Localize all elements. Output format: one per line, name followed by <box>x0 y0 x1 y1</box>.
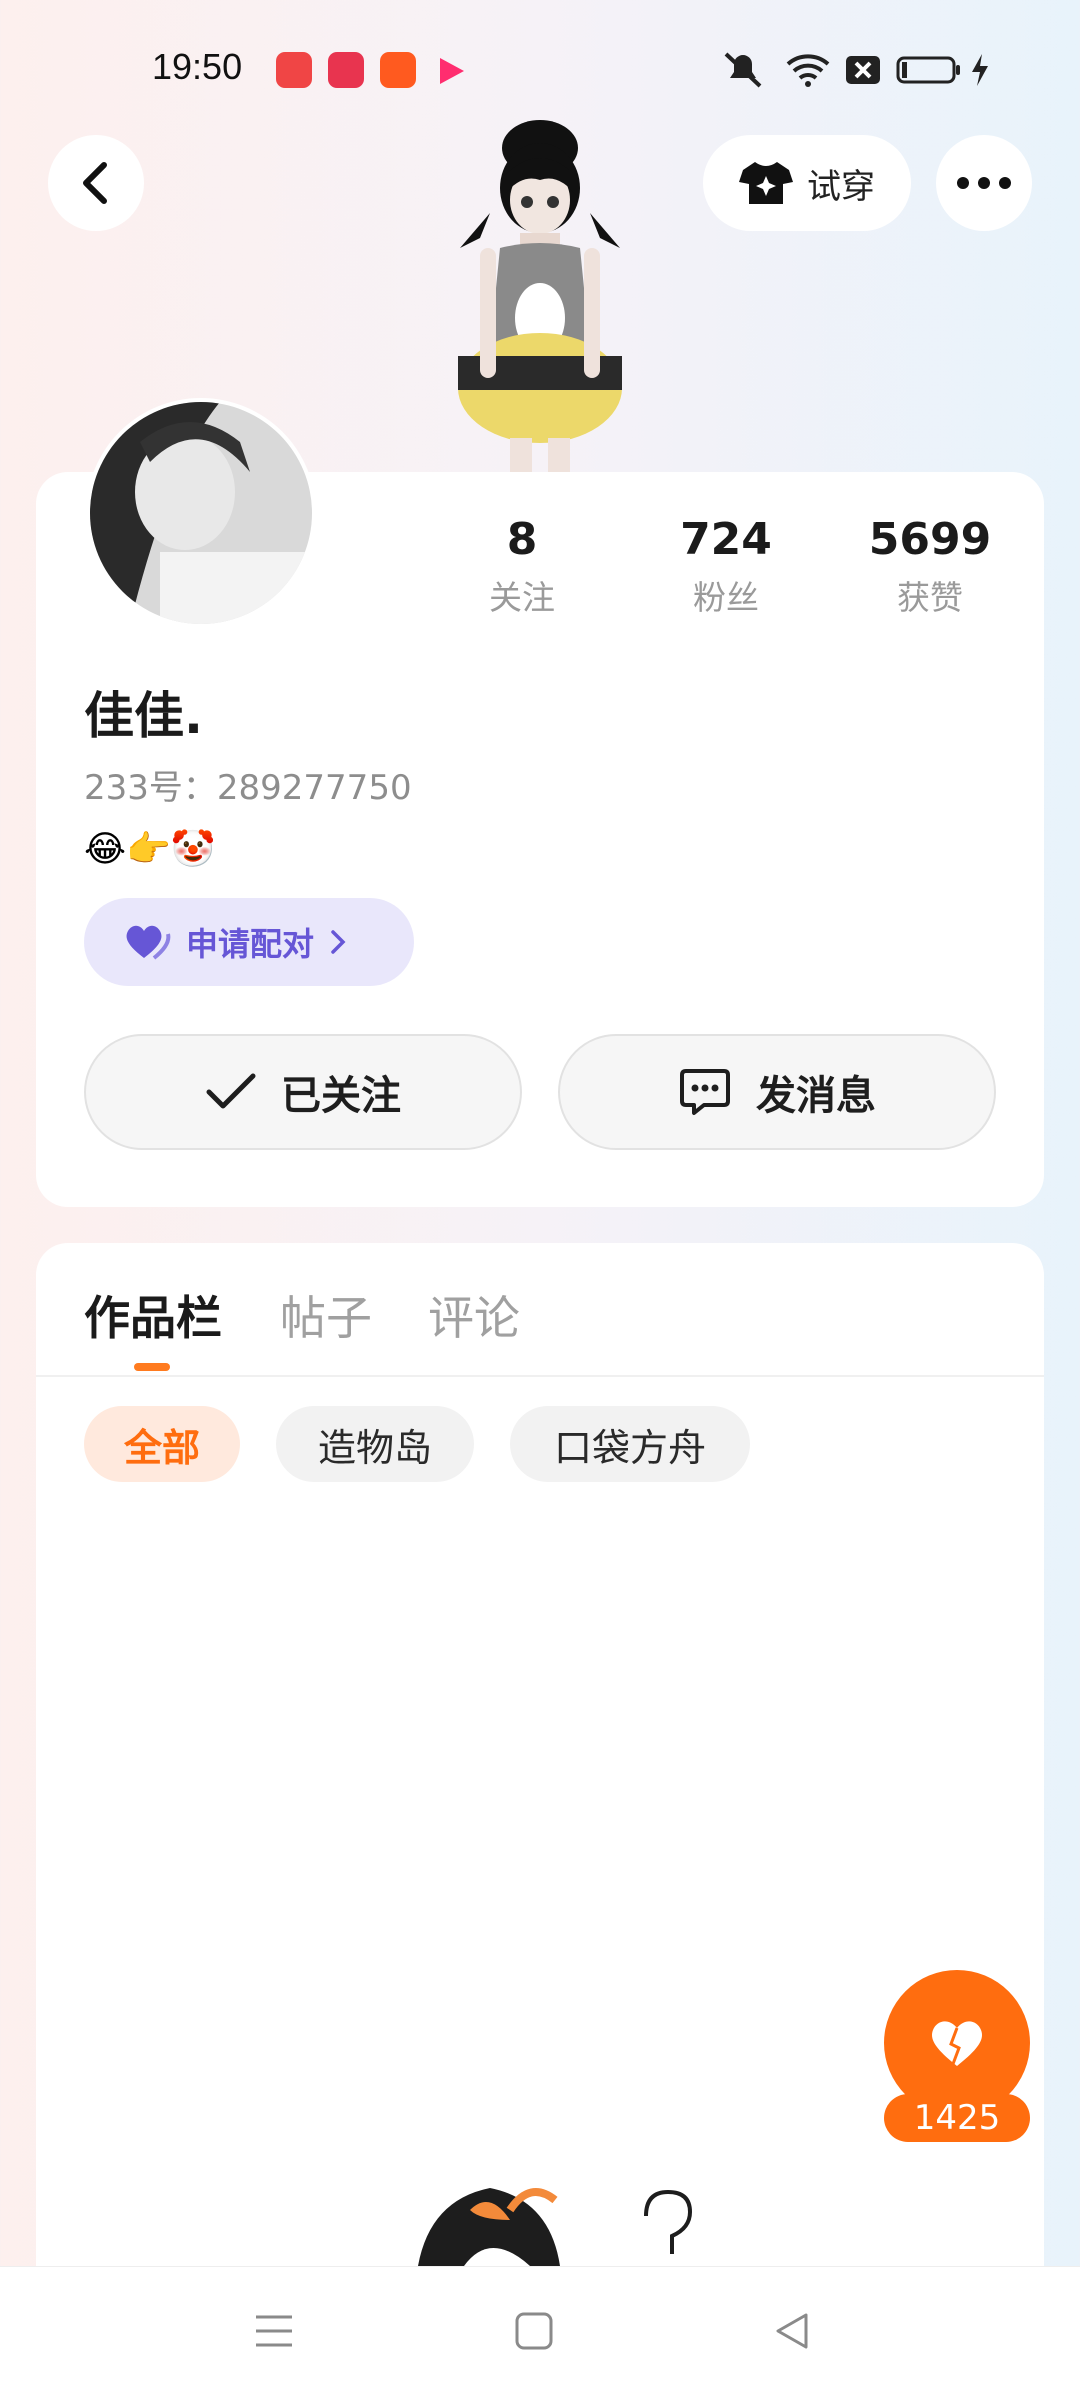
stat-label: 关注 <box>489 578 555 617</box>
profile-name: 佳佳. <box>84 687 203 745</box>
kuaishou-lite-app-icon <box>380 52 416 88</box>
profile-id: 233号：289277750 <box>84 768 412 808</box>
stat-following[interactable]: 8 关注 <box>432 514 612 619</box>
home-square-icon[interactable] <box>514 2311 554 2351</box>
following-button[interactable]: 已关注 <box>84 1034 522 1150</box>
more-button[interactable] <box>936 135 1032 231</box>
tab-posts[interactable]: 帖子 <box>280 1282 372 1348</box>
chevron-right-icon <box>331 930 346 954</box>
sim-off-icon <box>846 56 880 84</box>
empty-state-mascot-illustration <box>418 2188 693 2266</box>
heart-pair-icon <box>126 925 171 960</box>
menu-icon[interactable] <box>254 2311 294 2351</box>
tshirt-icon <box>739 162 793 204</box>
tab-works[interactable]: 作品栏 <box>84 1282 222 1348</box>
stat-likes[interactable]: 5699 获赞 <box>840 514 1020 619</box>
video-record-app-icon <box>328 52 364 88</box>
back-triangle-icon[interactable] <box>772 2311 812 2351</box>
tab-divider <box>36 1375 1044 1377</box>
following-label: 已关注 <box>281 1073 401 1119</box>
filter-all[interactable]: 全部 <box>84 1406 240 1482</box>
play-app-icon <box>440 58 464 84</box>
profile-bio: 😂👉🤡 <box>84 829 216 870</box>
send-message-button[interactable]: 发消息 <box>558 1034 996 1150</box>
avatar-figure-image <box>458 120 622 473</box>
chat-bubble-icon <box>680 1069 730 1115</box>
charging-icon <box>972 54 988 86</box>
avatar-photo <box>90 402 312 624</box>
system-nav-bar <box>0 2266 1080 2401</box>
wifi-icon <box>786 54 830 87</box>
stat-value: 724 <box>680 514 772 565</box>
heart-icon <box>932 2021 982 2066</box>
try-on-label: 试穿 <box>807 166 875 207</box>
kuaishou-app-icon <box>276 52 312 88</box>
mute-icon <box>724 52 762 88</box>
filter-pocket-ark[interactable]: 口袋方舟 <box>510 1406 750 1482</box>
active-tab-indicator <box>134 1363 170 1371</box>
request-pair-button[interactable]: 申请配对 <box>84 898 414 986</box>
request-pair-label: 申请配对 <box>186 925 315 963</box>
tab-comments[interactable]: 评论 <box>428 1282 520 1348</box>
stat-value: 5699 <box>868 514 992 565</box>
send-message-label: 发消息 <box>756 1073 876 1119</box>
stat-followers[interactable]: 724 粉丝 <box>636 514 816 619</box>
stat-label: 粉丝 <box>693 578 759 617</box>
try-on-button[interactable]: 试穿 <box>703 135 911 231</box>
stat-value: 8 <box>506 514 538 565</box>
status-time: 19:50 <box>152 46 243 87</box>
avatar[interactable] <box>86 398 316 628</box>
like-count-badge: 1425 <box>884 2094 1030 2142</box>
back-button[interactable] <box>48 135 144 231</box>
check-icon <box>206 1073 256 1109</box>
more-dots-icon <box>957 177 1011 189</box>
filter-creation-island[interactable]: 造物岛 <box>276 1406 474 1482</box>
stat-label: 获赞 <box>897 578 963 617</box>
chevron-left-icon <box>83 162 107 204</box>
battery-icon <box>896 56 960 84</box>
